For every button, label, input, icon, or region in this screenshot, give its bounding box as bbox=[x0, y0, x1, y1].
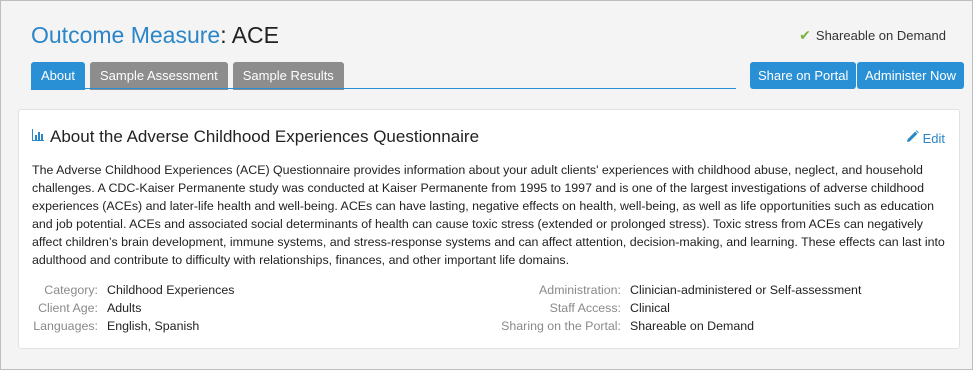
card-title: About the Adverse Childhood Experiences … bbox=[50, 127, 480, 146]
tab-underline bbox=[31, 88, 736, 89]
page-title: Outcome Measure: ACE bbox=[31, 21, 279, 49]
page-title-name: ACE bbox=[226, 22, 280, 48]
pencil-icon bbox=[906, 130, 919, 146]
tab-sample-results[interactable]: Sample Results bbox=[232, 62, 344, 90]
tab-about[interactable]: About bbox=[31, 62, 85, 90]
tab-sample-assessment[interactable]: Sample Assessment bbox=[89, 62, 228, 90]
about-card: About the Adverse Childhood Experiences … bbox=[18, 109, 960, 349]
meta-label: Administration: bbox=[539, 283, 621, 297]
tab-bar: About Sample Assessment Sample Results bbox=[31, 62, 344, 90]
meta-administration: Administration: Clinician-administered o… bbox=[429, 281, 861, 299]
meta-value: English, Spanish bbox=[107, 319, 200, 333]
share-status: ✔ Shareable on Demand bbox=[799, 27, 946, 44]
card-header: About the Adverse Childhood Experiences … bbox=[32, 127, 479, 147]
meta-staff-access: Staff Access: Clinical bbox=[429, 299, 670, 317]
meta-languages: Languages: English, Spanish bbox=[20, 317, 199, 335]
bar-chart-icon bbox=[32, 128, 44, 146]
share-status-label: Shareable on Demand bbox=[815, 28, 946, 43]
meta-label: Client Age: bbox=[38, 301, 98, 315]
meta-value: Adults bbox=[107, 301, 142, 315]
meta-portal-sharing: Sharing on the Portal: Shareable on Dema… bbox=[429, 317, 754, 335]
administer-now-button[interactable]: Administer Now bbox=[857, 62, 965, 89]
meta-category: Category: Childhood Experiences bbox=[20, 281, 234, 299]
meta-label: Sharing on the Portal: bbox=[501, 319, 621, 333]
share-on-portal-button[interactable]: Share on Portal bbox=[750, 62, 857, 89]
description-text: The Adverse Childhood Experiences (ACE) … bbox=[32, 163, 945, 267]
meta-value: Clinical bbox=[630, 301, 670, 315]
page-title-prefix: Outcome Measure bbox=[31, 22, 221, 48]
meta-label: Languages: bbox=[33, 319, 98, 333]
meta-value: Clinician-administered or Self-assessmen… bbox=[630, 283, 862, 297]
meta-client-age: Client Age: Adults bbox=[20, 299, 141, 317]
meta-label: Staff Access: bbox=[549, 301, 621, 315]
page-frame: Outcome Measure: ACE ✔ Shareable on Dema… bbox=[0, 0, 973, 370]
meta-label: Category: bbox=[44, 283, 98, 297]
meta-value: Childhood Experiences bbox=[107, 283, 235, 297]
meta-value: Shareable on Demand bbox=[630, 319, 754, 333]
edit-link[interactable]: Edit bbox=[906, 130, 945, 146]
edit-label: Edit bbox=[922, 130, 945, 146]
check-icon: ✔ bbox=[799, 27, 811, 43]
